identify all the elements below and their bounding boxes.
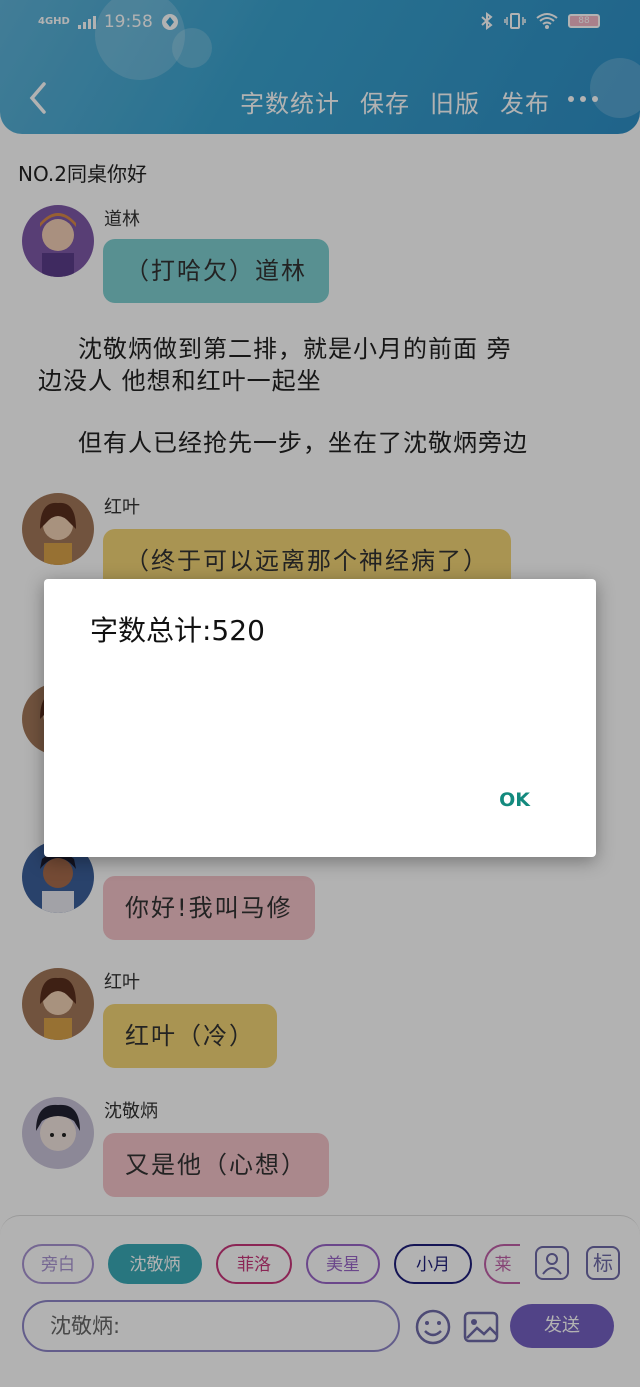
dialog-message: 字数总计:520 [90, 614, 265, 647]
word-count-dialog: 字数总计:520 OK [44, 579, 596, 857]
ok-button[interactable]: OK [499, 789, 530, 811]
